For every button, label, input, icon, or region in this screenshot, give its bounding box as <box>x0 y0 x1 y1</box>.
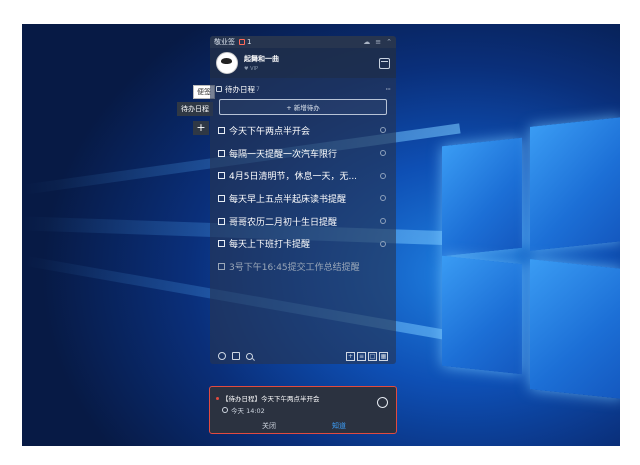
alert-dot <box>216 397 219 400</box>
reminder-popup: 【待办日程】今天下午两点半开会 今天 14:02 关闭 知道 <box>209 386 397 434</box>
close-button[interactable]: 关闭 <box>262 421 276 431</box>
add-icon[interactable]: + <box>346 351 355 361</box>
reminder-time-row: 今天 14:02 <box>222 405 265 415</box>
task-text: 每隔一天提醒一次汽车限行 <box>229 149 338 160</box>
clock-icon[interactable] <box>218 352 226 360</box>
task-text: 今天下午两点半开会 <box>229 126 311 137</box>
section-header: 待办日程 7 ··· <box>210 82 396 96</box>
task-item[interactable]: 4月5日清明节，休息一天，无... <box>210 164 396 187</box>
grid-icon[interactable]: ▦ <box>379 351 388 361</box>
todo-section-icon <box>216 86 222 92</box>
profile-text: 起舞和一曲 ♥ VIP <box>244 54 279 72</box>
section-count: 7 <box>256 85 260 93</box>
user-sub: ♥ VIP <box>244 66 258 72</box>
task-list: 今天下午两点半开会 每隔一天提醒一次汽车限行 4月5日清明节，休息一天，无...… <box>210 119 396 278</box>
section-label: 待办日程 <box>225 84 255 94</box>
calendar-icon[interactable] <box>232 352 240 360</box>
windows-logo-pane <box>530 117 620 251</box>
calendar-icon[interactable] <box>379 57 390 69</box>
task-checkbox[interactable] <box>218 149 225 157</box>
task-item[interactable]: 每天上下班打卡提醒 <box>210 232 396 255</box>
more-icon[interactable]: ··· <box>385 85 391 94</box>
clock-icon <box>380 240 386 247</box>
list-icon[interactable]: ≡ <box>357 351 366 361</box>
note-icon <box>239 39 245 45</box>
clock-icon <box>380 195 386 202</box>
tab-todo[interactable]: 待办日程 <box>177 102 213 116</box>
reminder-title: 【待办日程】今天下午两点半开会 <box>222 395 320 403</box>
add-todo-button[interactable]: + 新增待办 <box>219 99 387 115</box>
task-text: 每天早上五点半起床读书提醒 <box>229 194 347 205</box>
todo-panel: 敬业签 1 ☁ ≡ ⌃ 起舞和一曲 ♥ VIP 待办日程 7 ··· + 新增待… <box>210 36 396 364</box>
acknowledge-button[interactable]: 知道 <box>332 421 346 431</box>
task-checkbox[interactable] <box>218 126 225 134</box>
note-counter[interactable]: 1 <box>239 38 251 46</box>
complete-circle-icon[interactable] <box>377 397 388 408</box>
task-item-completed[interactable]: 3号下午16:45提交工作总结提醒 <box>210 255 396 278</box>
task-checkbox[interactable] <box>218 262 225 270</box>
app-title: 敬业签 <box>214 38 235 46</box>
task-text: 4月5日清明节，休息一天，无... <box>229 172 358 183</box>
task-item[interactable]: 哥哥农历二月初十生日提醒 <box>210 210 396 233</box>
task-text: 每天上下班打卡提醒 <box>229 240 311 251</box>
bottom-toolbar: + ≡ □ ▦ <box>210 348 396 364</box>
titlebar: 敬业签 1 ☁ ≡ ⌃ <box>210 36 396 48</box>
search-icon[interactable] <box>246 352 253 360</box>
window-icon[interactable]: □ <box>368 351 377 361</box>
avatar[interactable] <box>216 52 238 74</box>
task-item[interactable]: 今天下午两点半开会 <box>210 119 396 142</box>
collapse-icon[interactable]: ⌃ <box>386 38 392 46</box>
profile-bar: 起舞和一曲 ♥ VIP <box>210 48 396 78</box>
note-count: 1 <box>247 38 252 46</box>
task-text: 哥哥农历二月初十生日提醒 <box>229 217 338 228</box>
task-item[interactable]: 每隔一天提醒一次汽车限行 <box>210 142 396 165</box>
clock-icon <box>380 172 386 179</box>
task-text: 3号下午16:45提交工作总结提醒 <box>229 262 360 273</box>
cloud-icon[interactable]: ☁ <box>363 38 370 46</box>
add-tab-button[interactable]: + <box>193 121 209 135</box>
windows-logo-pane <box>442 255 522 375</box>
task-item[interactable]: 每天早上五点半起床读书提醒 <box>210 187 396 210</box>
reminder-time: 今天 14:02 <box>231 407 265 415</box>
windows-logo-pane <box>530 259 620 399</box>
menu-icon[interactable]: ≡ <box>375 38 381 46</box>
windows-logo-pane <box>442 137 522 257</box>
titlebar-icons: ☁ ≡ ⌃ <box>363 38 392 46</box>
task-checkbox[interactable] <box>218 217 225 225</box>
clock-icon <box>380 218 386 225</box>
clock-icon <box>222 407 228 413</box>
clock-icon <box>380 150 386 157</box>
bottom-right-icons: + ≡ □ ▦ <box>346 351 388 361</box>
task-checkbox[interactable] <box>218 240 225 248</box>
task-checkbox[interactable] <box>218 194 225 202</box>
clock-icon <box>380 127 386 134</box>
user-name: 起舞和一曲 <box>244 55 279 63</box>
task-checkbox[interactable] <box>218 172 225 180</box>
bottom-left-icons <box>218 352 253 360</box>
